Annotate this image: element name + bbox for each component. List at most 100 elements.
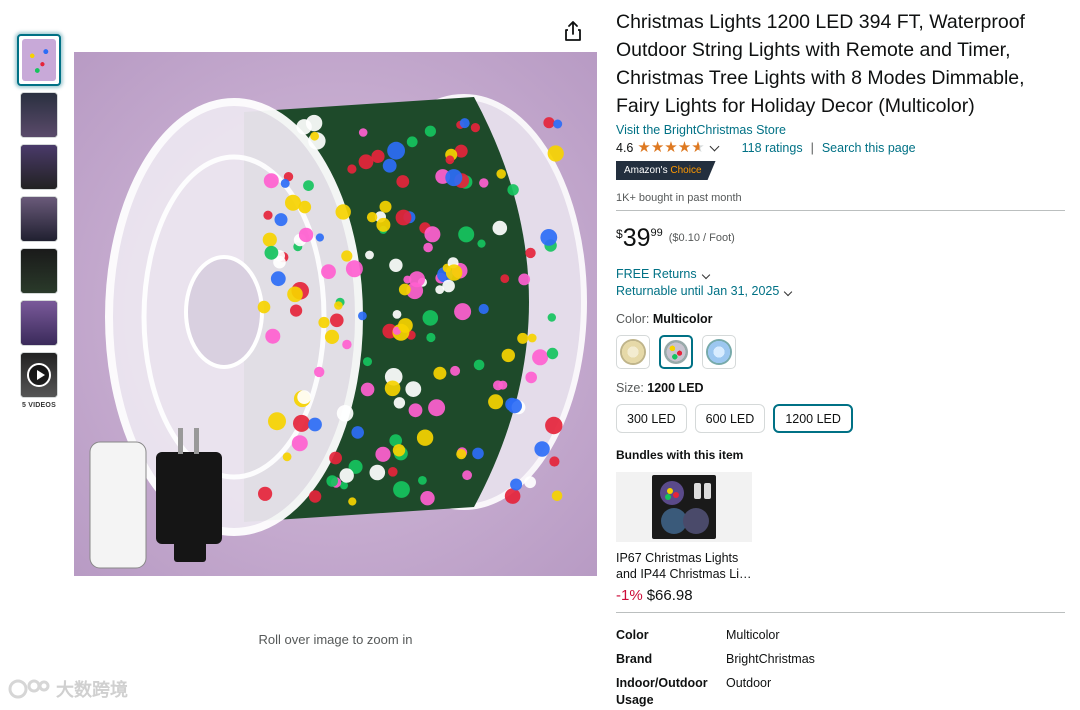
thumbnail-2[interactable] xyxy=(20,92,58,138)
led-bulb xyxy=(422,310,439,326)
color-selected: Multicolor xyxy=(652,312,713,326)
led-bulb xyxy=(445,169,463,187)
color-swatch-multicolor[interactable] xyxy=(659,335,693,369)
led-bulb xyxy=(488,394,504,410)
led-bulb xyxy=(265,328,281,344)
led-bulb xyxy=(454,303,472,321)
main-product-image[interactable] xyxy=(74,52,597,576)
led-bulb xyxy=(462,470,472,481)
led-bulb xyxy=(341,250,353,262)
led-bulb xyxy=(472,447,484,460)
led-bulb xyxy=(303,180,314,192)
led-bulb xyxy=(257,300,271,314)
color-swatch-warm-white[interactable] xyxy=(616,335,650,369)
spec-value: Outdoor xyxy=(726,676,772,690)
size-option-1200[interactable]: 1200 LED xyxy=(773,404,853,433)
badge-suffix: Choice xyxy=(670,165,702,176)
bundle-discount: -1% xyxy=(616,587,643,604)
led-bulb xyxy=(496,169,507,179)
chevron-down-icon[interactable] xyxy=(709,141,720,151)
led-bulb xyxy=(507,184,519,196)
divider: | xyxy=(810,141,814,155)
thumbnail-3[interactable] xyxy=(20,144,58,190)
size-option-300[interactable]: 300 LED xyxy=(616,404,687,433)
thumbnail-strip: 5 VIDEOS xyxy=(17,34,61,409)
size-option-600[interactable]: 600 LED xyxy=(694,404,766,433)
spec-value: Multicolor xyxy=(726,628,780,642)
led-bulb xyxy=(507,398,522,414)
size-options: 300 LED 600 LED 1200 LED xyxy=(616,404,1066,433)
led-bulb xyxy=(393,397,406,409)
half-star-icon: ★ xyxy=(691,139,705,156)
price-currency: $ xyxy=(616,227,623,241)
product-title: Christmas Lights 1200 LED 394 FT, Waterp… xyxy=(616,11,1025,117)
rating-row: 4.6 ★ ★ ★ ★ ★ 118 ratings | Search this … xyxy=(616,139,1066,156)
spec-value: BrightChristmas xyxy=(726,652,815,666)
led-bulb xyxy=(518,273,531,286)
star-icon: ★ xyxy=(664,139,678,156)
play-icon xyxy=(27,363,51,387)
led-bulb xyxy=(315,233,324,242)
returnable-link[interactable]: Returnable until Jan 31, 2025 xyxy=(616,284,1066,298)
divider xyxy=(616,612,1065,613)
led-bulb xyxy=(358,154,374,170)
free-returns-link[interactable]: FREE Returns xyxy=(616,267,1066,281)
color-swatch-cool-white[interactable] xyxy=(702,335,736,369)
thumbnail-image xyxy=(22,39,56,81)
led-bulb xyxy=(297,390,312,404)
led-bulb xyxy=(296,119,312,135)
led-bulb xyxy=(264,245,279,260)
zoom-hint: Roll over image to zoom in xyxy=(258,632,413,647)
returnable-label: Returnable until Jan 31, 2025 xyxy=(616,284,780,298)
thumbnail-1[interactable] xyxy=(17,34,61,86)
amazons-choice-badge[interactable]: Amazon's Choice xyxy=(616,161,716,180)
led-bulb xyxy=(285,194,301,211)
bundle-card[interactable]: IP67 Christmas Lights and IP44 Christmas… xyxy=(616,472,752,604)
led-bulb xyxy=(318,316,330,329)
bought-count: 1K+ bought in past month xyxy=(616,192,742,204)
led-bulb xyxy=(298,227,314,243)
led-bulb xyxy=(389,258,403,272)
led-bulb xyxy=(459,118,470,129)
led-bulb xyxy=(268,412,286,431)
led-bulb xyxy=(263,210,273,220)
thumbnail-image xyxy=(21,145,57,189)
star-rating[interactable]: ★ ★ ★ ★ ★ xyxy=(637,139,705,156)
bundle-image[interactable] xyxy=(616,472,752,542)
led-bulb xyxy=(348,497,357,506)
specs-table: Color Multicolor Brand BrightChristmas I… xyxy=(616,627,1066,709)
led-bulb xyxy=(525,371,537,384)
thumbnail-image xyxy=(21,93,57,137)
led-bulb xyxy=(382,158,397,173)
led-bulb xyxy=(290,304,303,317)
bundle-price-value: $66.98 xyxy=(646,587,693,604)
store-link[interactable]: Visit the BrightChristmas Store xyxy=(616,123,1066,137)
led-bulb xyxy=(326,475,338,487)
thumbnail-video[interactable] xyxy=(20,352,58,398)
bundle-photo-illustration xyxy=(660,481,711,534)
ratings-count-link[interactable]: 118 ratings xyxy=(742,141,803,155)
led-bulb xyxy=(363,357,372,367)
swatch-image xyxy=(706,339,732,365)
share-icon[interactable] xyxy=(563,20,583,42)
led-bulb xyxy=(409,271,425,288)
led-bulb xyxy=(324,329,340,344)
led-bulb xyxy=(433,366,447,380)
thumbnail-4[interactable] xyxy=(20,196,58,242)
led-bulb xyxy=(371,149,385,163)
led-bulb xyxy=(426,332,436,343)
bundle-name[interactable]: IP67 Christmas Lights and IP44 Christmas… xyxy=(616,550,752,582)
search-page-link[interactable]: Search this page xyxy=(822,141,916,155)
led-bulb xyxy=(420,491,435,506)
led-bulb xyxy=(379,200,392,213)
color-label: Color: Multicolor xyxy=(616,312,1066,326)
watermark: 大数跨境 xyxy=(8,676,128,702)
led-bulb xyxy=(393,481,410,498)
thumbnail-5[interactable] xyxy=(20,248,58,294)
led-bulb xyxy=(406,136,418,148)
led-bulb xyxy=(329,451,342,465)
divider xyxy=(616,210,1065,211)
led-bulb xyxy=(392,444,406,457)
thumbnail-6[interactable] xyxy=(20,300,58,346)
led-bulb xyxy=(416,429,434,446)
